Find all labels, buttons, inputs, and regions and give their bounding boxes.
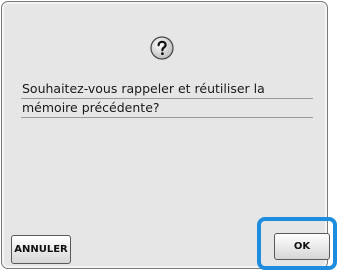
message-line: Souhaitez-vous rappeler et réutiliser la — [21, 80, 313, 99]
dialog-message: Souhaitez-vous rappeler et réutiliser la… — [21, 80, 313, 118]
message-line: mémoire précédente? — [21, 99, 313, 118]
ok-button-highlight: OK — [257, 217, 337, 270]
question-mark-icon — [150, 36, 174, 60]
cancel-button[interactable]: ANNULER — [11, 235, 71, 264]
ok-button[interactable]: OK — [274, 233, 330, 260]
